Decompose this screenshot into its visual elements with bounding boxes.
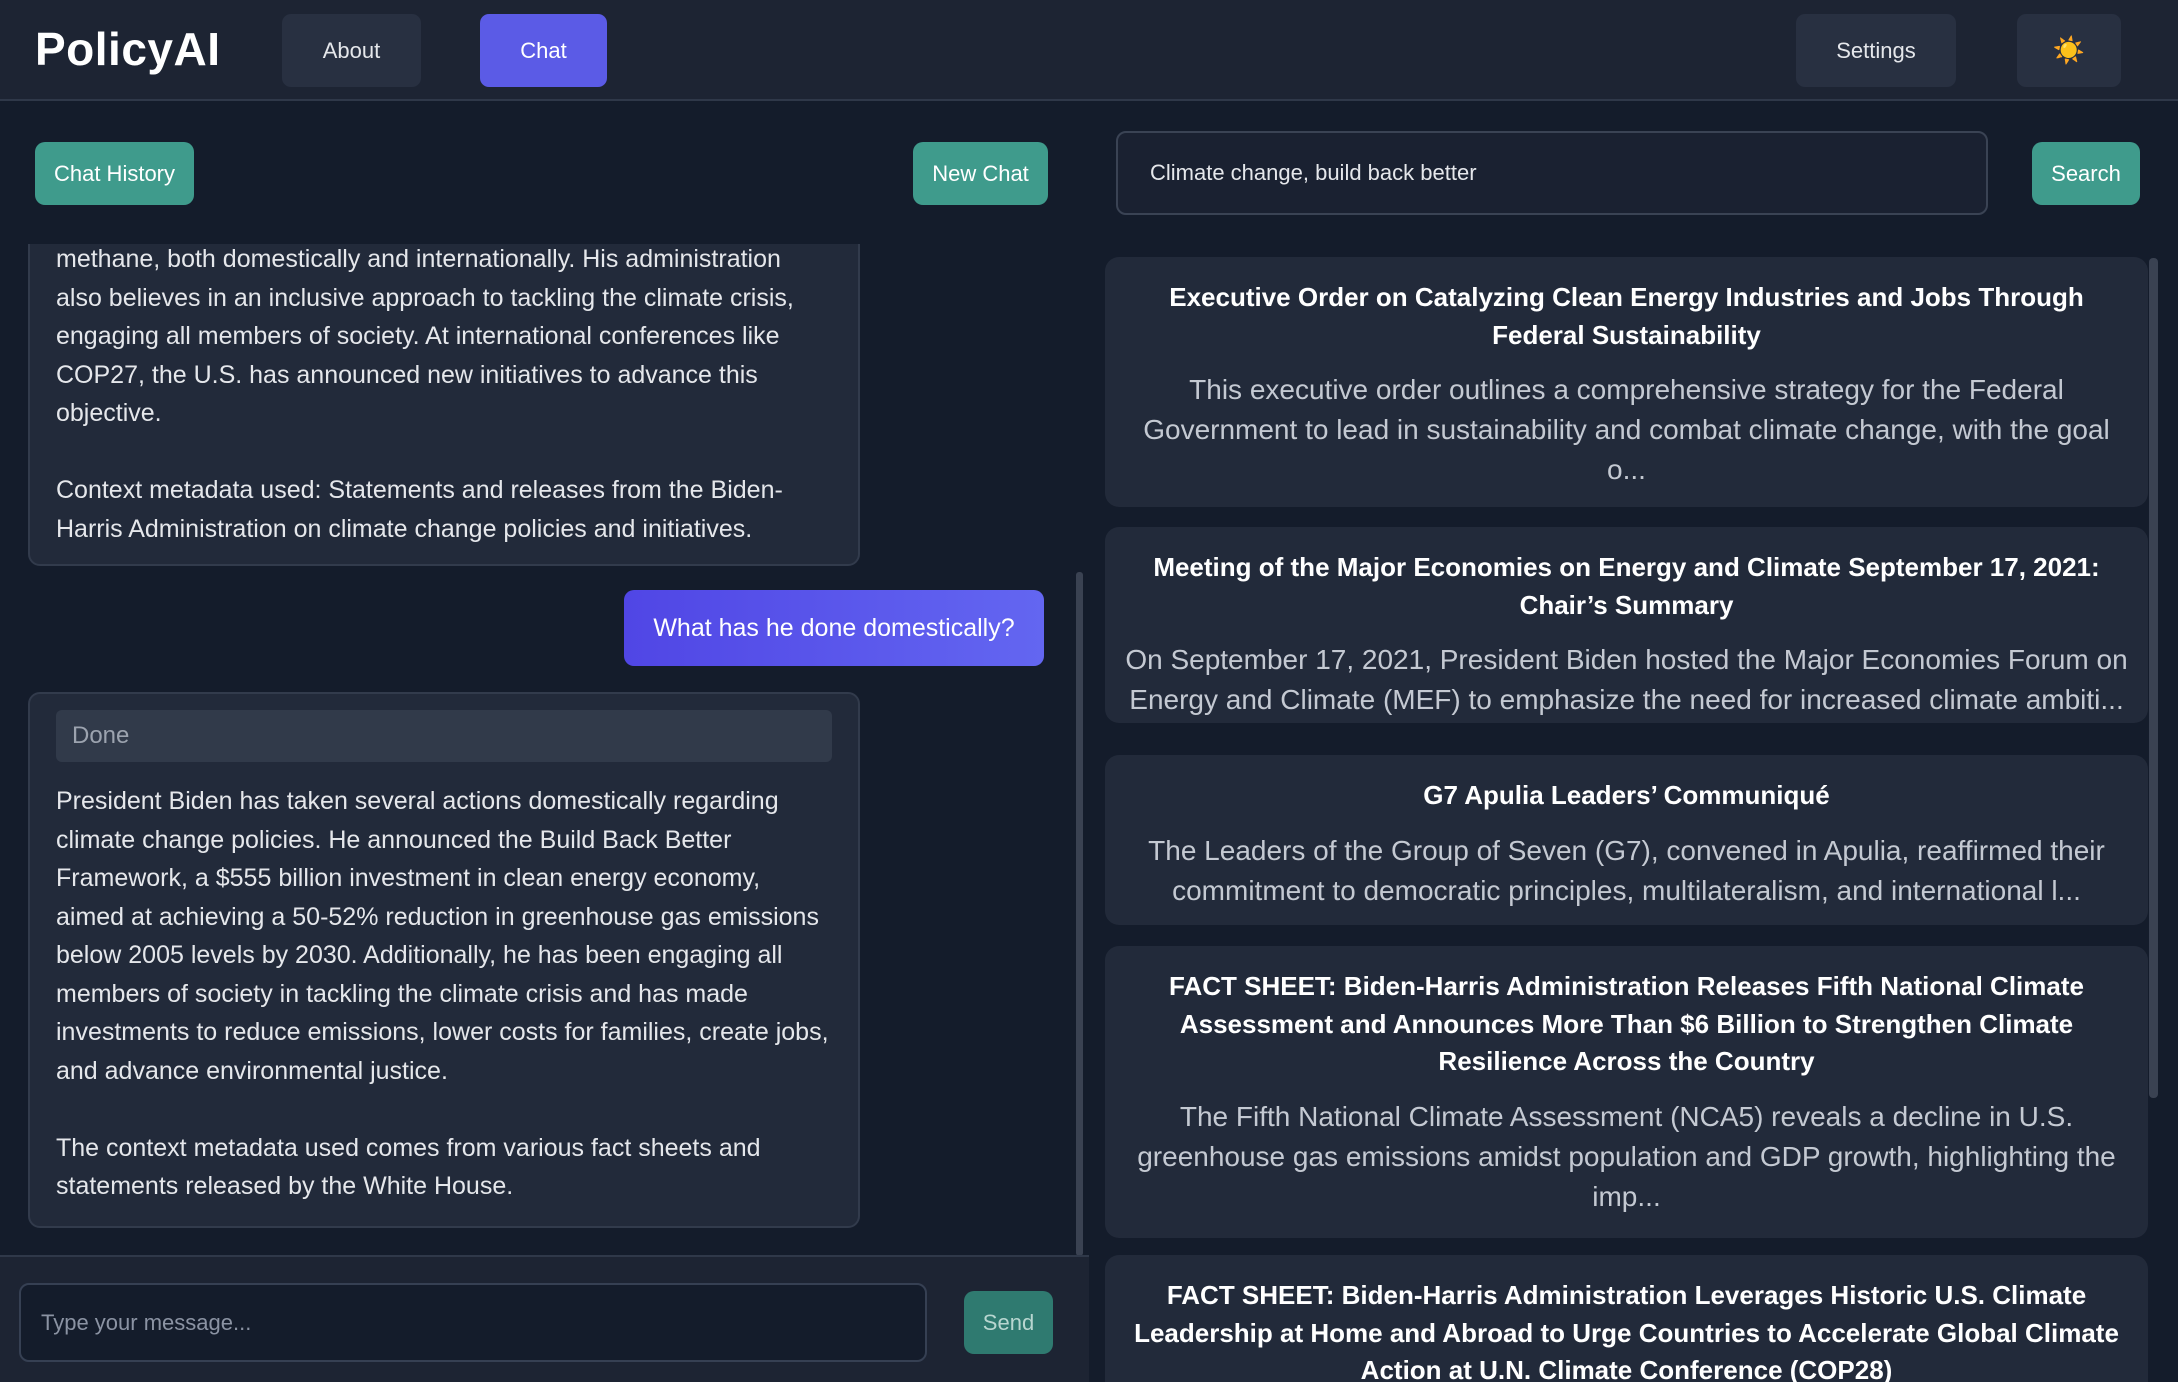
result-card[interactable]: FACT SHEET: Biden-Harris Administration … (1105, 1255, 2148, 1382)
result-card[interactable]: G7 Apulia Leaders’ Communiqué The Leader… (1105, 755, 2148, 925)
search-button[interactable]: Search (2032, 142, 2140, 205)
result-snippet: This executive order outlines a comprehe… (1143, 374, 2110, 485)
result-snippet: The Leaders of the Group of Seven (G7), … (1148, 834, 2105, 906)
chat-message-list[interactable]: methane, both domestically and internati… (0, 244, 1089, 1255)
result-card[interactable]: FACT SHEET: Biden-Harris Administration … (1105, 946, 2148, 1238)
message-paragraph: The context metadata used comes from var… (56, 1133, 761, 1201)
nav-chat-button[interactable]: Chat (480, 14, 607, 87)
chat-history-button[interactable]: Chat History (35, 142, 194, 205)
result-title[interactable]: FACT SHEET: Biden-Harris Administration … (1125, 968, 2128, 1081)
status-indicator: Done (56, 710, 832, 762)
result-title[interactable]: Meeting of the Major Economies on Energy… (1125, 549, 2128, 624)
user-message: What has he done domestically? (624, 590, 1044, 666)
brand-logo: PolicyAI (35, 23, 221, 75)
send-button[interactable]: Send (964, 1291, 1053, 1354)
message-paragraph: methane, both domestically and internati… (56, 245, 794, 427)
message-input[interactable] (19, 1283, 927, 1362)
result-card[interactable]: Executive Order on Catalyzing Clean Ener… (1105, 257, 2148, 507)
chat-scrollbar[interactable] (1076, 572, 1083, 1256)
result-title[interactable]: FACT SHEET: Biden-Harris Administration … (1125, 1277, 2128, 1382)
result-title[interactable]: G7 Apulia Leaders’ Communiqué (1125, 777, 2128, 815)
result-snippet: The Fifth National Climate Assessment (N… (1137, 1100, 2116, 1212)
assistant-message: Done President Biden has taken several a… (28, 692, 860, 1228)
result-snippet: On September 17, 2021, President Biden h… (1125, 644, 2128, 715)
nav-about-button[interactable]: About (282, 14, 421, 87)
settings-button[interactable]: Settings (1796, 14, 1956, 87)
message-composer: Send (0, 1255, 1089, 1382)
search-results-list[interactable]: Executive Order on Catalyzing Clean Ener… (1105, 255, 2150, 1382)
results-scrollbar[interactable] (2149, 258, 2158, 1098)
message-paragraph: Context metadata used: Statements and re… (56, 476, 783, 543)
sun-icon: ☀️ (2052, 35, 2086, 65)
result-card[interactable]: Meeting of the Major Economies on Energy… (1105, 527, 2148, 723)
new-chat-button[interactable]: New Chat (913, 142, 1048, 205)
result-title[interactable]: Executive Order on Catalyzing Clean Ener… (1125, 279, 2128, 354)
message-paragraph: President Biden has taken several action… (56, 787, 829, 1085)
search-input[interactable] (1116, 131, 1988, 215)
top-nav-bar: PolicyAI About Chat Settings ☀️ (0, 0, 2178, 101)
assistant-message: methane, both domestically and internati… (28, 244, 860, 566)
theme-toggle-button[interactable]: ☀️ (2017, 14, 2121, 87)
